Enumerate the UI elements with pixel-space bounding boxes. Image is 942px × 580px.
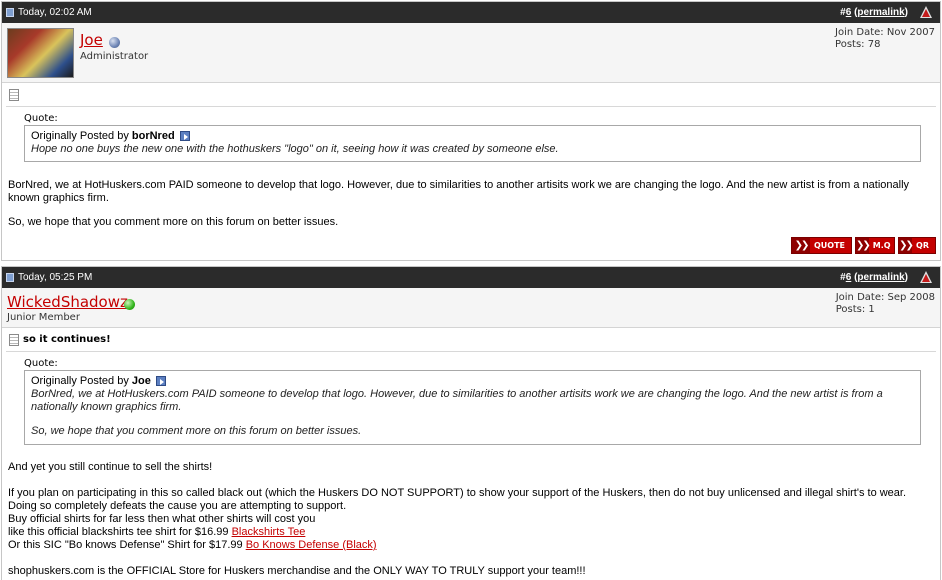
post-number-area: #6 (permalink) <box>840 6 932 18</box>
post-icon <box>6 273 14 282</box>
report-post-icon[interactable] <box>920 6 932 18</box>
view-post-icon[interactable] <box>179 131 190 142</box>
chevron-icon: ❯❯ <box>899 238 914 253</box>
post-icon <box>6 8 14 17</box>
message-text: Or this SIC "Bo knows Defense" Shirt for… <box>8 539 243 551</box>
user-info: WickedShadowz Junior Member Join Date: S… <box>2 288 940 328</box>
post-count: Posts: 1 <box>835 304 875 315</box>
offline-status-icon <box>109 37 120 48</box>
quote-text: BorNred, we at HotHuskers.com PAID someo… <box>31 388 883 413</box>
message-line: Buy official shirts for far less then wh… <box>8 513 316 525</box>
post-count: Posts: 78 <box>835 39 881 50</box>
username-link[interactable]: Joe <box>80 31 103 49</box>
message-paragraph: So, we hope that you comment more on thi… <box>8 216 339 228</box>
quote-button-label: QUOTE <box>813 241 845 250</box>
message-text: like this official blackshirts tee shirt… <box>8 526 229 538</box>
post-buttons: ❯❯ QUOTE ❯❯ M.Q ❯❯ QR <box>791 237 936 254</box>
quote-text: So, we hope that you comment more on thi… <box>31 425 362 437</box>
user-stats: Join Date: Nov 2007 Posts: 78 <box>835 27 935 51</box>
permalink-link[interactable]: permalink <box>857 272 904 283</box>
permalink-link[interactable]: permalink <box>857 7 904 18</box>
post-number-area: #6 (permalink) <box>840 271 932 283</box>
online-status-icon <box>124 299 135 310</box>
message-line: Or this SIC "Bo knows Defense" Shirt for… <box>8 539 934 552</box>
quote-by-prefix: Originally Posted by <box>31 375 129 387</box>
multi-quote-button-label: M.Q <box>872 241 891 250</box>
chevron-icon: ❯❯ <box>792 238 810 253</box>
post-number-link[interactable]: 6 <box>846 272 852 283</box>
quote-attribution: Originally Posted by borNred <box>31 130 914 143</box>
post-header-bar: Today, 02:02 AM #6 (permalink) <box>2 2 940 23</box>
quote-text: Hope no one buys the new one with the ho… <box>31 143 559 155</box>
user-info: Joe Administrator Join Date: Nov 2007 Po… <box>2 23 940 83</box>
quote-attribution: Originally Posted by Joe <box>31 375 914 388</box>
quote-by-prefix: Originally Posted by <box>31 130 129 142</box>
post-date-text: Today, 02:02 AM <box>18 7 92 18</box>
view-post-icon[interactable] <box>155 376 166 387</box>
join-date: Join Date: Nov 2007 <box>835 27 935 38</box>
post-date-text: Today, 05:25 PM <box>18 272 93 283</box>
post-6-second: Today, 05:25 PM #6 (permalink) WickedSha… <box>1 266 941 580</box>
post-date: Today, 02:02 AM <box>6 7 92 18</box>
message-paragraph: And yet you still continue to sell the s… <box>8 461 213 473</box>
quote-box: Originally Posted by Joe BorNred, we at … <box>24 370 921 445</box>
post-date: Today, 05:25 PM <box>6 272 92 283</box>
post-header-bar: Today, 05:25 PM #6 (permalink) <box>2 267 940 288</box>
quote-label: Quote: <box>24 358 58 369</box>
post-message: BorNred, we at HotHuskers.com PAID someo… <box>8 179 934 229</box>
quote-box: Originally Posted by borNred Hope no one… <box>24 125 921 162</box>
user-title: Administrator <box>80 51 149 62</box>
blackshirts-tee-link[interactable]: Blackshirts Tee <box>232 526 306 538</box>
multi-quote-button[interactable]: ❯❯ M.Q <box>855 237 895 254</box>
quick-reply-button[interactable]: ❯❯ QR <box>898 237 936 254</box>
user-title: Junior Member <box>7 312 80 323</box>
post-6: Today, 02:02 AM #6 (permalink) Joe Admin… <box>1 1 941 261</box>
message-icon <box>9 334 19 346</box>
quote-button[interactable]: ❯❯ QUOTE <box>791 237 852 254</box>
post-number-link[interactable]: 6 <box>846 7 852 18</box>
quick-reply-button-label: QR <box>916 241 929 250</box>
chevron-icon: ❯❯ <box>856 238 871 253</box>
divider <box>6 106 936 107</box>
message-paragraph: If you plan on participating in this so … <box>8 487 907 499</box>
quote-author: borNred <box>131 130 175 142</box>
report-post-icon[interactable] <box>920 271 932 283</box>
divider <box>6 351 936 352</box>
bo-knows-defense-link[interactable]: Bo Knows Defense (Black) <box>246 539 377 551</box>
avatar[interactable] <box>7 28 74 78</box>
quote-label: Quote: <box>24 113 58 124</box>
message-paragraph: BorNred, we at HotHuskers.com PAID someo… <box>8 179 910 204</box>
join-date: Join Date: Sep 2008 <box>835 292 935 303</box>
user-stats: Join Date: Sep 2008 Posts: 1 <box>836 292 935 316</box>
username-link[interactable]: WickedShadowz <box>7 293 128 311</box>
post-title: so it continues! <box>23 334 111 345</box>
post-message: And yet you still continue to sell the s… <box>8 461 934 578</box>
quote-author: Joe <box>131 375 151 387</box>
message-icon <box>9 89 19 101</box>
message-paragraph: shophuskers.com is the OFFICIAL Store fo… <box>8 565 586 577</box>
message-line: Doing so completely defeats the cause yo… <box>8 500 347 512</box>
message-line: like this official blackshirts tee shirt… <box>8 526 934 539</box>
